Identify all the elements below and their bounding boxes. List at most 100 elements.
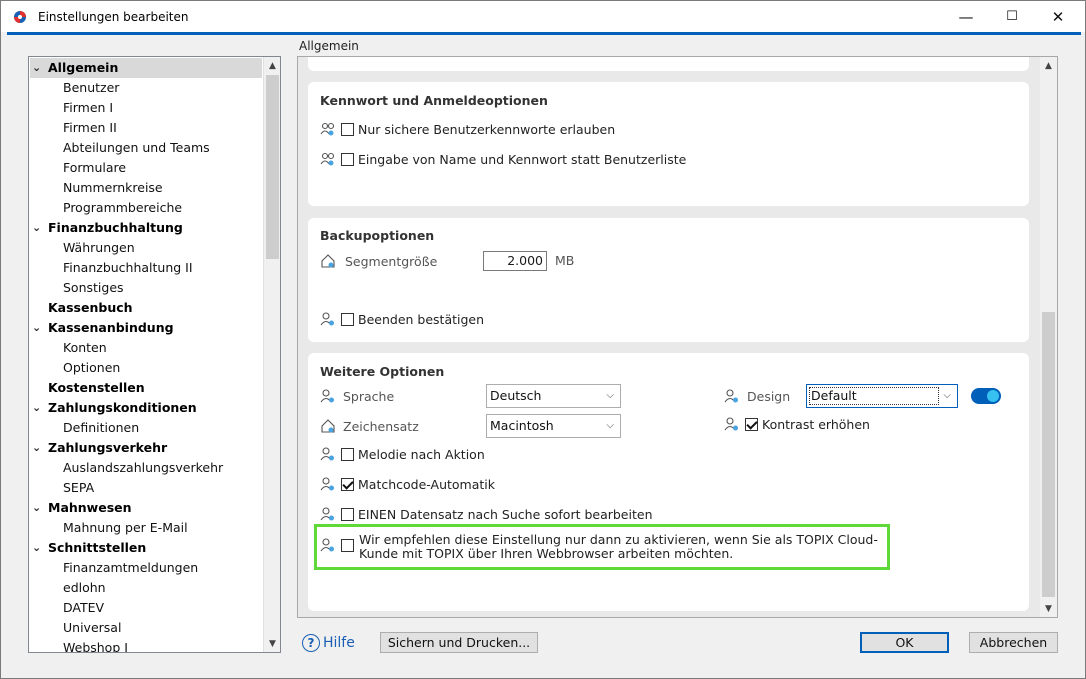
tree-item[interactable]: Kassenbuch bbox=[30, 298, 262, 318]
expand-chevron-icon[interactable]: ⌄ bbox=[32, 58, 46, 78]
language-select[interactable]: Deutsch ⌵ bbox=[486, 384, 621, 408]
charset-select[interactable]: Macintosh ⌵ bbox=[486, 414, 621, 438]
melody-option[interactable]: Melodie nach Aktion bbox=[320, 444, 485, 464]
confirm-exit-checkbox[interactable] bbox=[341, 312, 354, 326]
settings-tree[interactable]: ⌄ Allgemein Benutzer Firmen I Firmen II Abtei… bbox=[28, 56, 281, 653]
tree-item-label: Definitionen bbox=[63, 420, 140, 435]
tree-item[interactable]: ⌄ Zahlungsverkehr bbox=[30, 438, 262, 458]
tree-item[interactable]: Optionen bbox=[30, 358, 262, 378]
contrast-option[interactable]: Kontrast erhöhen bbox=[724, 414, 870, 434]
content-scroll-thumb[interactable] bbox=[1042, 312, 1055, 597]
expand-chevron-icon[interactable]: ⌄ bbox=[32, 538, 46, 558]
help-label: Hilfe bbox=[323, 635, 355, 651]
contrast-checkbox[interactable] bbox=[745, 417, 758, 431]
melody-label: Melodie nach Aktion bbox=[358, 446, 485, 462]
tree-item-label: Finanzamtmeldungen bbox=[63, 560, 199, 575]
tree-item[interactable]: DATEV bbox=[30, 598, 262, 618]
tree-item[interactable]: Währungen bbox=[30, 238, 262, 258]
language-row: Sprache bbox=[320, 386, 394, 406]
save-print-button[interactable]: Sichern und Drucken... bbox=[380, 632, 538, 653]
design-value: Default bbox=[809, 387, 939, 405]
tree-item[interactable]: Benutzer bbox=[30, 78, 262, 98]
tree-item[interactable]: ⌄ Kassenanbindung bbox=[30, 318, 262, 338]
design-toggle[interactable] bbox=[971, 388, 1001, 404]
edit-single-record-checkbox[interactable] bbox=[341, 507, 354, 521]
tree-scrollbar[interactable]: ▲ ▼ bbox=[263, 57, 280, 652]
name-password-entry-label: Eingabe von Name und Kennwort statt Benu… bbox=[358, 151, 687, 167]
content-scrollbar[interactable]: ▲ ▼ bbox=[1040, 57, 1057, 617]
minimize-button[interactable]: — bbox=[943, 1, 989, 32]
tree-item[interactable]: Nummernkreise bbox=[30, 178, 262, 198]
tree-item-label: Auslandszahlungsverkehr bbox=[63, 460, 224, 475]
secure-passwords-option[interactable]: Nur sichere Benutzerkennworte erlauben bbox=[320, 119, 615, 139]
tree-item-label: Kassenanbindung bbox=[48, 320, 174, 335]
tree-item[interactable]: Finanzamtmeldungen bbox=[30, 558, 262, 578]
tree-item[interactable]: ⌄ Zahlungskonditionen bbox=[30, 398, 262, 418]
tree-item[interactable]: Programmbereiche bbox=[30, 198, 262, 218]
name-password-entry-option[interactable]: Eingabe von Name und Kennwort statt Benu… bbox=[320, 149, 686, 169]
tree-item[interactable]: Kostenstellen bbox=[30, 378, 262, 398]
tree-item[interactable]: Mahnung per E-Mail bbox=[30, 518, 262, 538]
melody-checkbox[interactable] bbox=[341, 447, 354, 461]
segment-size-label: Segmentgröße bbox=[345, 253, 438, 269]
scroll-up-icon[interactable]: ▲ bbox=[264, 57, 280, 74]
tree-item[interactable]: SEPA bbox=[30, 478, 262, 498]
user-settings-icon bbox=[724, 417, 738, 431]
tree-item[interactable]: Finanzbuchhaltung II bbox=[30, 258, 262, 278]
charset-label: Zeichensatz bbox=[343, 418, 419, 434]
tree-item[interactable]: ⌄ Schnittstellen bbox=[30, 538, 262, 558]
tree-scroll-thumb[interactable] bbox=[266, 75, 279, 259]
tree-item[interactable]: Firmen I bbox=[30, 98, 262, 118]
tree-item[interactable]: Universal bbox=[30, 618, 262, 638]
expand-chevron-icon[interactable]: ⌄ bbox=[32, 498, 46, 518]
help-icon: ? bbox=[302, 634, 320, 652]
expand-chevron-icon[interactable]: ⌄ bbox=[32, 438, 46, 458]
chevron-down-icon: ⌵ bbox=[606, 420, 614, 431]
expand-chevron-icon[interactable]: ⌄ bbox=[32, 398, 46, 418]
segment-size-row: Segmentgröße bbox=[320, 251, 437, 271]
house-settings-icon bbox=[321, 254, 335, 268]
tree-item-label: Finanzbuchhaltung II bbox=[63, 260, 193, 275]
tree-item[interactable]: Abteilungen und Teams bbox=[30, 138, 262, 158]
secure-passwords-checkbox[interactable] bbox=[341, 122, 354, 136]
user-group-icon bbox=[320, 122, 335, 136]
tree-item-label: Währungen bbox=[63, 240, 135, 255]
ok-button[interactable]: OK bbox=[860, 632, 949, 653]
matchcode-option[interactable]: Matchcode-Automatik bbox=[320, 474, 495, 494]
cancel-button[interactable]: Abbrechen bbox=[969, 632, 1058, 653]
scroll-down-icon[interactable]: ▼ bbox=[1040, 600, 1057, 617]
tree-item-label: Firmen I bbox=[63, 100, 114, 115]
tree-item[interactable]: edlohn bbox=[30, 578, 262, 598]
maximize-button[interactable]: ☐ bbox=[989, 1, 1035, 32]
expand-chevron-icon[interactable]: ⌄ bbox=[32, 318, 46, 338]
design-select[interactable]: Default ⌵ bbox=[806, 384, 958, 408]
tree-item[interactable]: Sonstiges bbox=[30, 278, 262, 298]
help-link[interactable]: ? Hilfe bbox=[302, 634, 355, 652]
tree-item-label: Formulare bbox=[63, 160, 127, 175]
tree-item[interactable]: Konten bbox=[30, 338, 262, 358]
tree-item-label: Webshop I bbox=[63, 640, 128, 653]
name-password-entry-checkbox[interactable] bbox=[341, 152, 354, 166]
scroll-up-icon[interactable]: ▲ bbox=[1040, 57, 1057, 74]
tree-item[interactable]: Auslandszahlungsverkehr bbox=[30, 458, 262, 478]
tree-item[interactable]: ⌄ Allgemein bbox=[30, 58, 262, 78]
tree-item[interactable]: Firmen II bbox=[30, 118, 262, 138]
close-button[interactable]: ✕ bbox=[1035, 1, 1081, 32]
tree-item-label: edlohn bbox=[63, 580, 106, 595]
segment-size-input[interactable]: 2.000 bbox=[483, 251, 547, 271]
tree-item[interactable]: ⌄ Mahnwesen bbox=[30, 498, 262, 518]
tree-item-label: Kassenbuch bbox=[48, 300, 133, 315]
tree-item[interactable]: Formulare bbox=[30, 158, 262, 178]
tree-item-label: Kostenstellen bbox=[48, 380, 145, 395]
contrast-label: Kontrast erhöhen bbox=[762, 416, 870, 432]
tree-item[interactable]: Webshop I bbox=[30, 638, 262, 653]
edit-single-record-option[interactable]: EINEN Datensatz nach Suche sofort bearbe… bbox=[320, 504, 653, 524]
tree-item-label: Allgemein bbox=[48, 60, 119, 75]
scroll-down-icon[interactable]: ▼ bbox=[264, 635, 280, 652]
tree-item-label: Schnittstellen bbox=[48, 540, 147, 555]
tree-item[interactable]: ⌄ Finanzbuchhaltung bbox=[30, 218, 262, 238]
tree-item[interactable]: Definitionen bbox=[30, 418, 262, 438]
confirm-exit-option[interactable]: Beenden bestätigen bbox=[320, 309, 484, 329]
expand-chevron-icon[interactable]: ⌄ bbox=[32, 218, 46, 238]
matchcode-checkbox[interactable] bbox=[341, 477, 354, 491]
